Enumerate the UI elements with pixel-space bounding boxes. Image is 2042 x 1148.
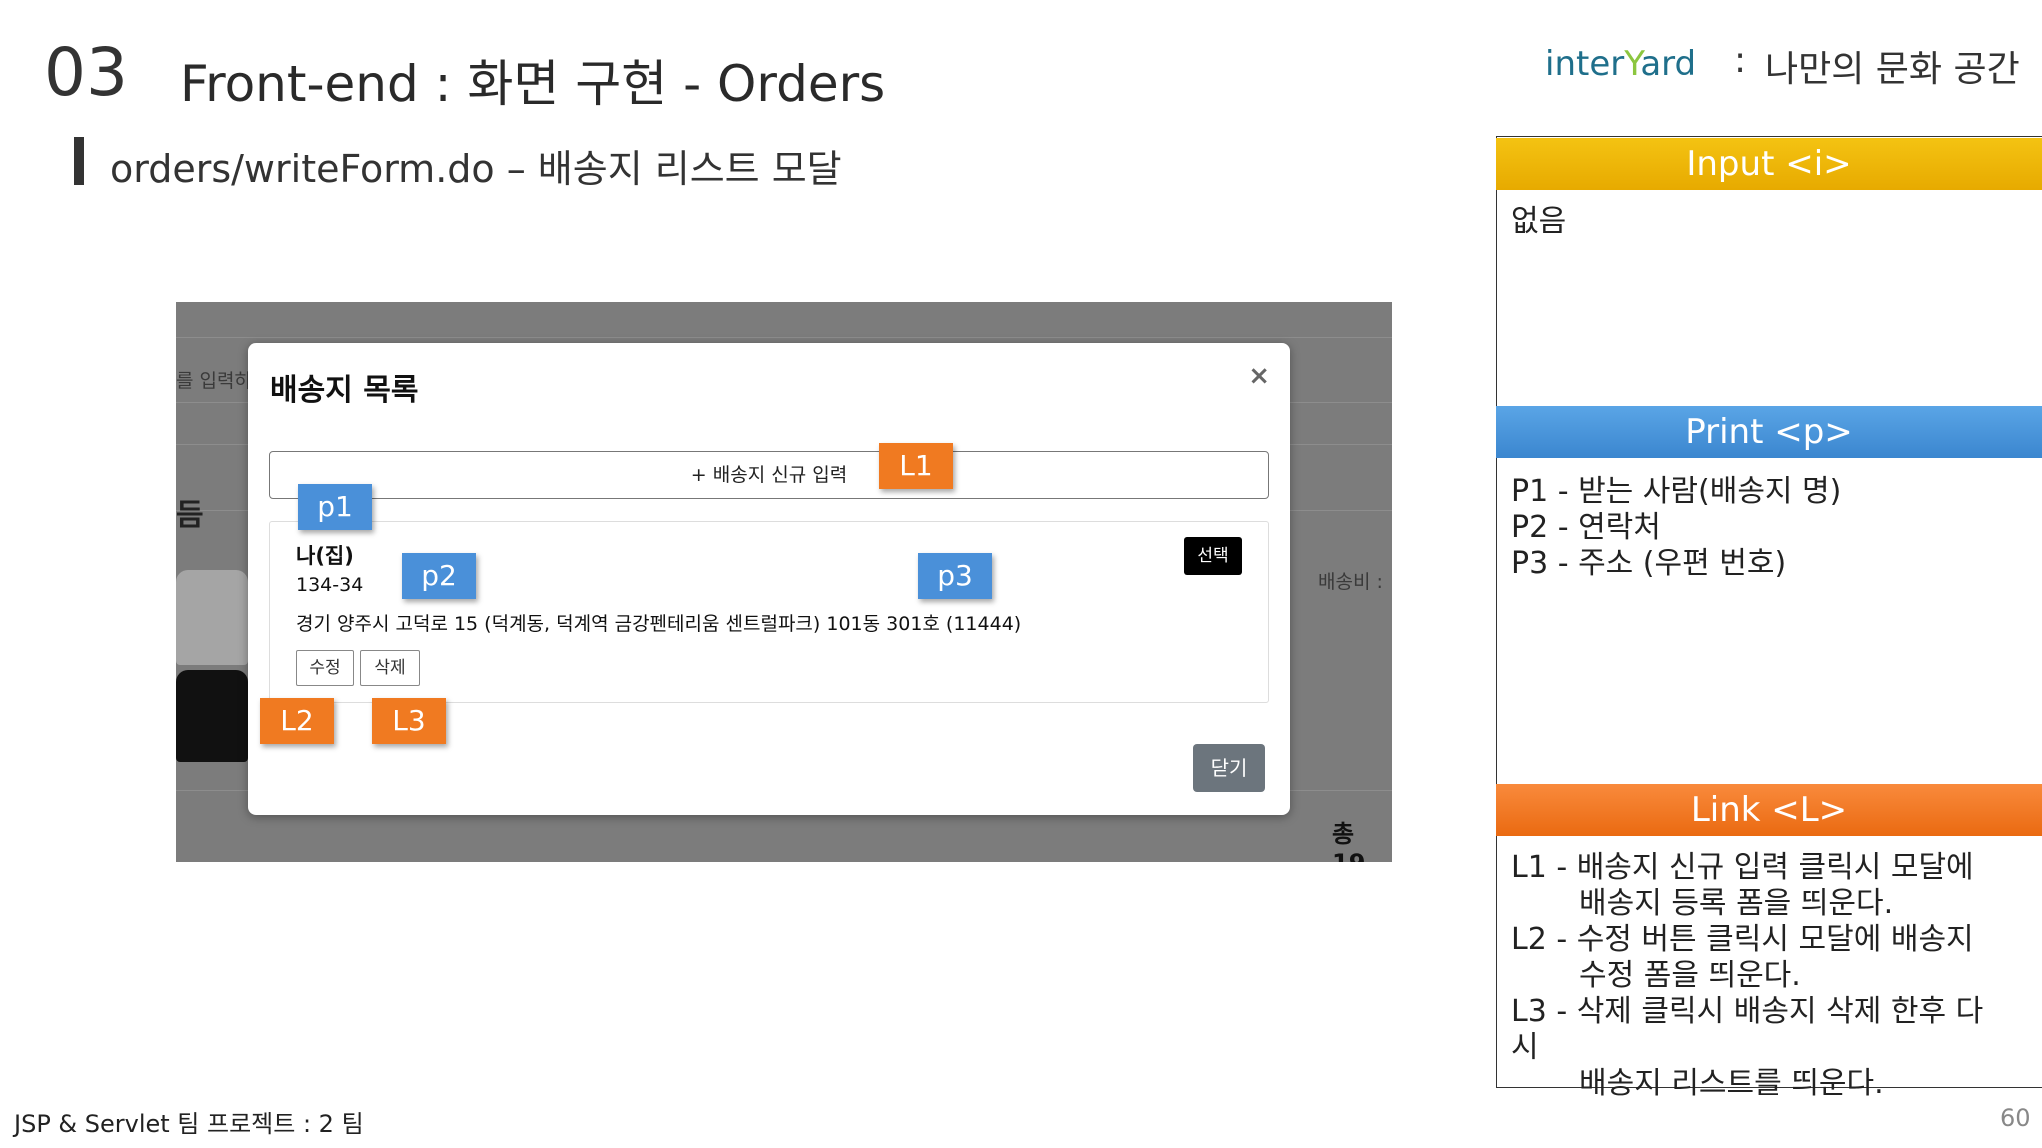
recipient-phone: 134-34 [296,574,364,596]
tag-p1: p1 [298,484,372,530]
brand-logo: interYard [1545,44,1697,84]
product-thumbnail [176,570,248,665]
partial-input-label: 를 입력하 [176,370,252,392]
footer-project: JSP & Servlet 팀 프로젝트 : 2 팀 [14,1110,364,1138]
print-list: P1 - 받는 사람(배송지 명) P2 - 연락처 P3 - 주소 (우편 번… [1511,474,1841,582]
tag-l2: L2 [260,698,334,744]
link-item: L3 - 삭제 클릭시 배송지 삭제 한후 다 [1511,994,1984,1029]
total-label: 총 19 [1332,820,1365,862]
modal-title: 배송지 목록 [270,373,419,408]
link-item: 배송지 등록 폼을 띄운다. [1579,886,1894,921]
shipping-fee-label: 배송비 : [1318,571,1383,593]
delete-address-button[interactable]: 삭제 [360,650,420,686]
brand-separator: : [1734,40,1747,81]
print-item: P3 - 주소 (우편 번호) [1511,546,1787,581]
edit-address-button[interactable]: 수정 [296,650,354,686]
print-header: Print <p> [1496,406,2042,458]
print-item: P1 - 받는 사람(배송지 명) [1511,474,1842,509]
print-item: P2 - 연락처 [1511,510,1661,545]
new-address-button[interactable]: + 배송지 신규 입력 [269,451,1269,499]
page-number: 60 [2000,1104,2031,1132]
tag-p2: p2 [402,553,476,599]
product-thumbnail [176,670,248,762]
address-card: 나(집) 134-34 경기 양주시 고덕로 15 (덕계동, 덕계역 금강펜테… [269,521,1269,703]
brand-description: 나만의 문화 공간 [1765,49,2020,90]
slide-number: 03 [44,34,128,111]
input-text: 없음 [1511,204,1567,239]
slide-subtitle: orders/writeForm.do – 배송지 리스트 모달 [110,147,842,191]
recipient-name: 나(집) [296,544,354,568]
link-list: L1 - 배송지 신규 입력 클릭시 모달에 배송지 등록 폼을 띄운다. L2… [1511,850,1983,1102]
link-item: 수정 폼을 띄운다. [1579,958,1801,993]
input-header: Input <i> [1496,138,2042,190]
recipient-address: 경기 양주시 고덕로 15 (덕계동, 덕계역 금강펜테리움 센트럴파크) 10… [296,613,1022,635]
subtitle-bar [74,137,84,185]
link-header: Link <L> [1496,784,2042,836]
select-address-button[interactable]: 선택 [1184,537,1242,575]
link-item: L2 - 수정 버튼 클릭시 모달에 배송지 [1511,922,1974,957]
tag-l1: L1 [879,443,953,489]
link-item: L1 - 배송지 신규 입력 클릭시 모달에 [1511,850,1974,885]
link-item: 배송지 리스트를 띄운다. [1579,1066,1884,1101]
tag-p3: p3 [918,553,992,599]
section-heading-fragment: 듬 [176,498,204,533]
slide-title: Front-end : 화면 구현 - Orders [180,55,886,113]
modal-close-button[interactable]: 닫기 [1193,744,1265,792]
tag-l3: L3 [372,698,446,744]
link-item: 시 [1511,1030,1539,1065]
close-icon[interactable]: × [1248,361,1270,391]
divider [176,337,1392,338]
